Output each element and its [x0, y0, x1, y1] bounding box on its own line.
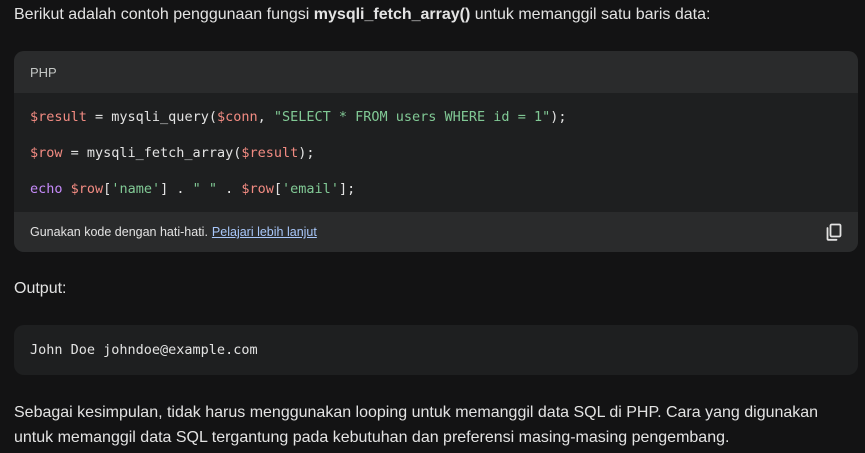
code-token: "SELECT * FROM users WHERE id = 1" [273, 109, 551, 125]
intro-text-before: Berikut adalah contoh penggunaan fungsi [14, 6, 314, 23]
learn-more-link[interactable]: Pelajari lebih lanjut [212, 225, 317, 239]
code-token: " " [192, 181, 217, 197]
code-token: = mysqli_query( [86, 109, 217, 125]
code-line-1: $result = mysqli_query($conn, "SELECT * … [30, 106, 842, 142]
code-line-3: echo $row['name'] . " " . $row['email']; [30, 178, 842, 214]
code-token: 'name' [111, 181, 161, 197]
code-token: ]; [338, 181, 356, 197]
code-token: $conn [216, 109, 258, 125]
copy-code-button[interactable] [824, 222, 844, 242]
code-disclaimer-text: Gunakan kode dengan hati-hati. [30, 225, 208, 239]
code-token: ); [550, 109, 567, 125]
code-body[interactable]: $result = mysqli_query($conn, "SELECT * … [14, 93, 858, 213]
intro-function-name: mysqli_fetch_array() [313, 6, 471, 23]
code-token: , [257, 109, 274, 125]
output-label: Output: [14, 280, 67, 297]
code-language-header: PHP [14, 51, 858, 93]
conclusion-paragraph: Sebagai kesimpulan, tidak harus mengguna… [14, 404, 819, 446]
code-footer: Gunakan kode dengan hati-hati. Pelajari … [14, 212, 858, 252]
code-token: echo [30, 181, 63, 197]
code-token: [ [273, 181, 283, 197]
code-token: ); [298, 145, 315, 161]
code-token: 'email' [282, 181, 339, 197]
code-token: ] . [160, 181, 193, 197]
code-token: = mysqli_fetch_array( [62, 145, 242, 161]
code-token: $row [70, 181, 104, 197]
code-token: . [217, 181, 242, 197]
code-token: $row [241, 181, 274, 197]
code-token: $row [30, 145, 63, 161]
code-block: PHP $result = mysqli_query($conn, "SELEC… [14, 51, 858, 252]
intro-text-after: untuk memanggil satu baris data: [470, 6, 711, 23]
code-token: $result [30, 109, 87, 125]
code-line-2: $row = mysqli_fetch_array($result); [30, 142, 842, 178]
code-language-label: PHP [30, 64, 57, 80]
output-value: John Doe johndoe@example.com [30, 342, 258, 358]
code-token: $result [241, 145, 299, 161]
intro-paragraph: Berikut adalah contoh penggunaan fungsi … [14, 3, 710, 27]
output-block[interactable]: John Doe johndoe@example.com [14, 325, 858, 375]
copy-icon [826, 223, 842, 241]
